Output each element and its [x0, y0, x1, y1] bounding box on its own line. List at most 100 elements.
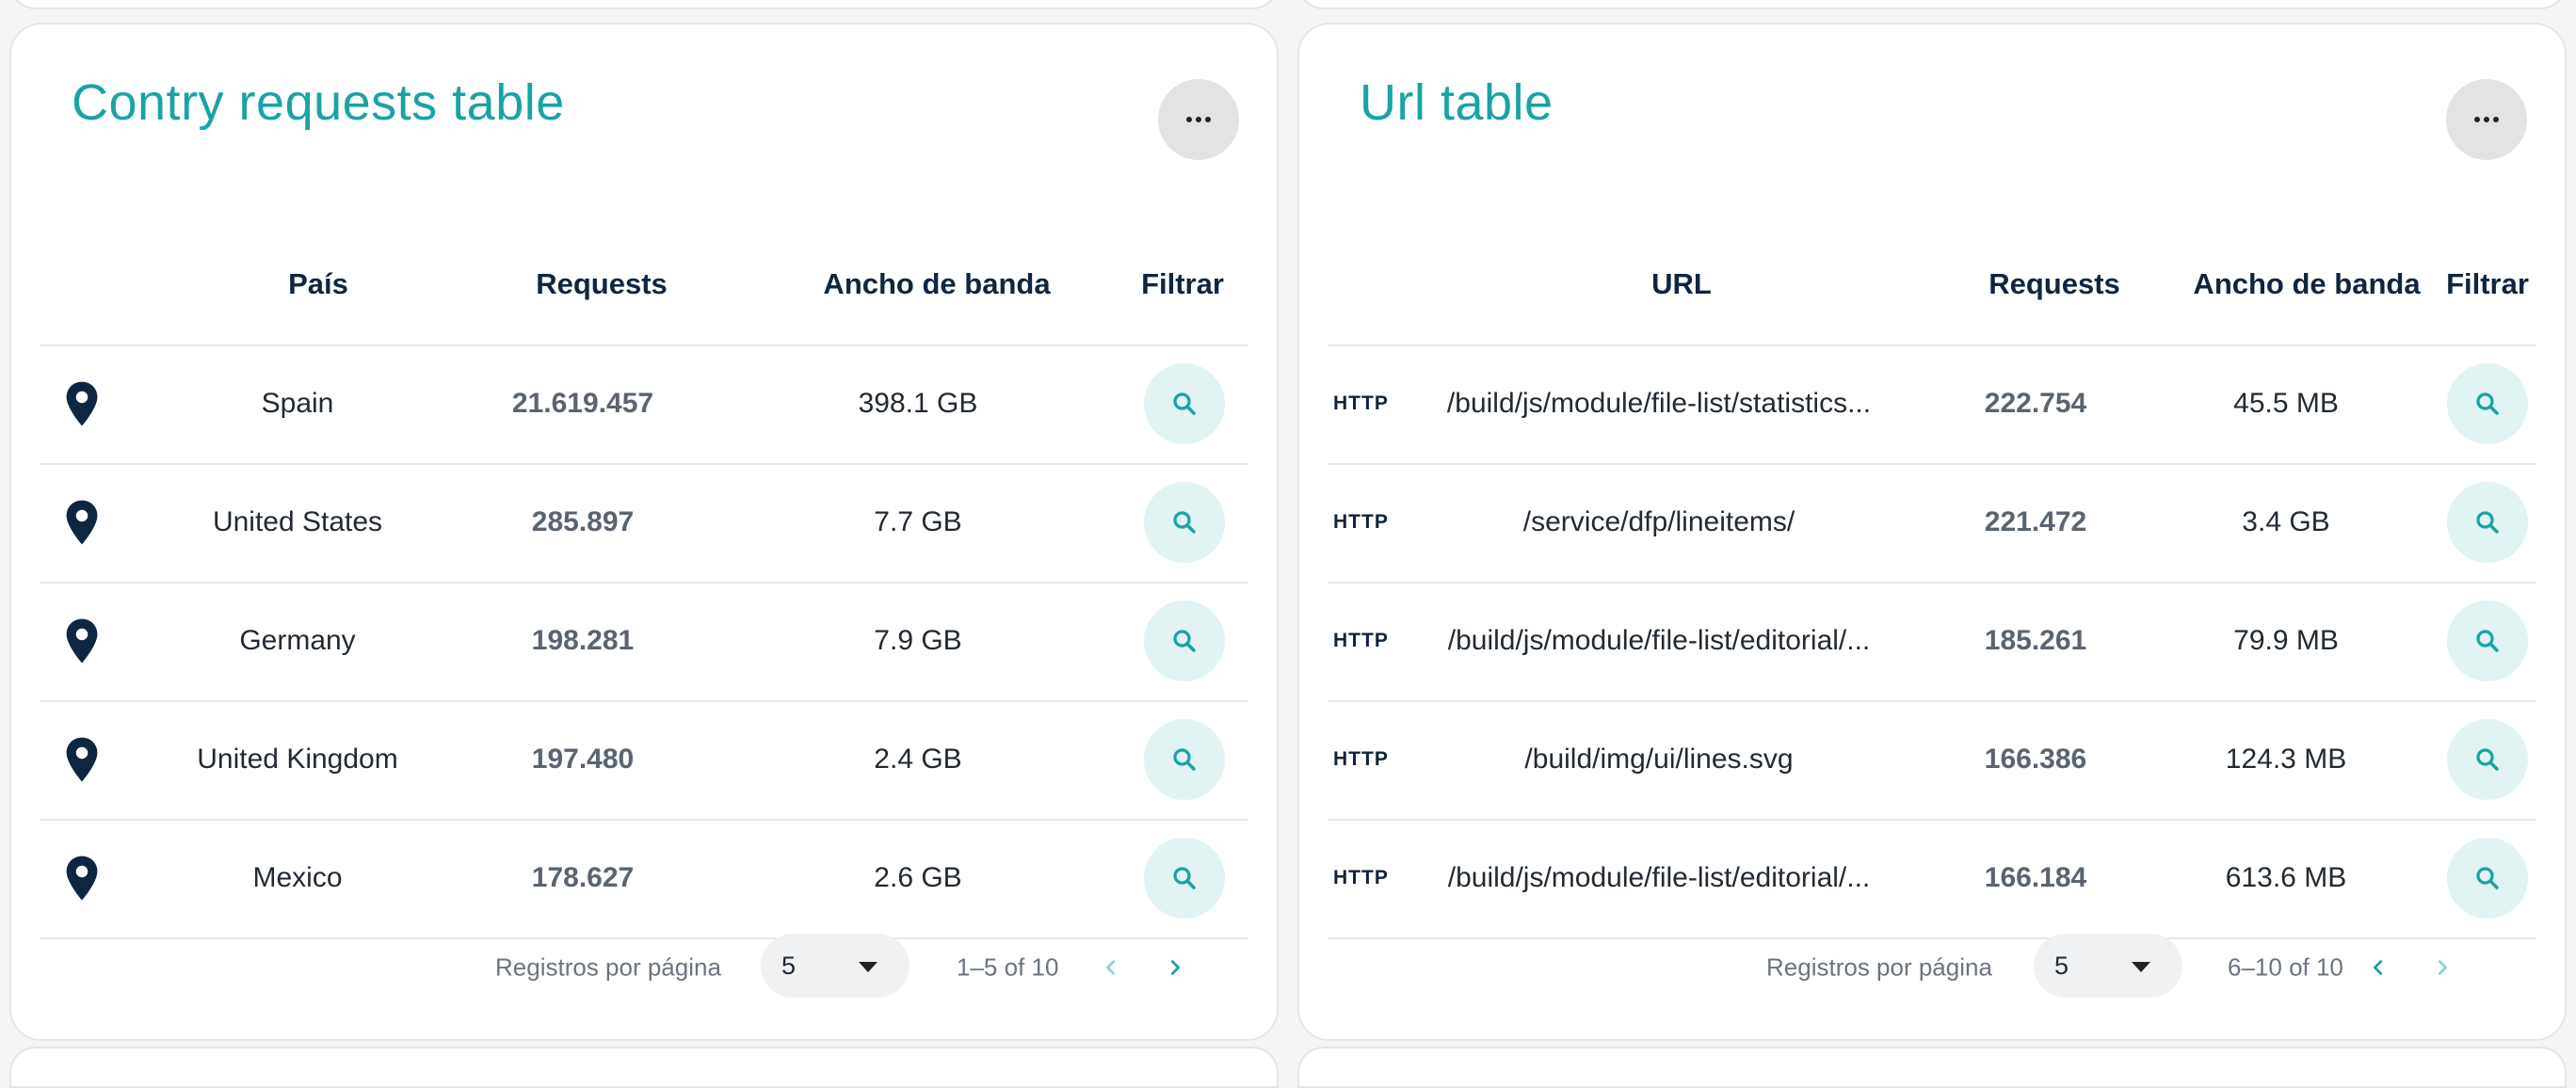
location-pin-icon — [66, 618, 98, 664]
http-protocol-badge: HTTP — [1333, 392, 1389, 414]
filter-search-button[interactable] — [2447, 482, 2528, 563]
search-icon — [1173, 392, 1196, 415]
bandwidth-value: 79.9 MB — [2233, 625, 2339, 656]
http-protocol-badge: HTTP — [1333, 630, 1389, 651]
requests-count: 185.261 — [1984, 625, 2087, 656]
requests-count: 285.897 — [531, 506, 635, 537]
card-below-left-edge — [9, 1047, 1279, 1088]
requests-count: 221.472 — [1984, 506, 2087, 537]
column-header-filter: Filtrar — [1141, 267, 1224, 300]
column-header-country: País — [288, 267, 348, 300]
table-header: País Requests Ancho de banda Filtrar — [40, 241, 1248, 346]
country-name: United Kingdom — [197, 744, 398, 775]
location-pin-icon — [66, 856, 98, 901]
previous-page-button[interactable] — [1094, 951, 1128, 984]
url-path: /build/js/module/file-list/editorial/... — [1447, 625, 1871, 656]
more-options-button[interactable] — [1158, 79, 1239, 160]
caret-down-icon — [859, 962, 877, 972]
next-page-button[interactable] — [1158, 951, 1192, 984]
requests-count: 178.627 — [531, 862, 635, 893]
rows-per-page-select[interactable]: 5 — [2034, 934, 2182, 998]
search-icon — [2476, 748, 2499, 771]
requests-count: 166.184 — [1984, 862, 2087, 893]
next-page-button[interactable] — [2425, 951, 2459, 984]
chevron-right-icon — [2438, 960, 2448, 975]
bandwidth-value: 45.5 MB — [2233, 388, 2339, 419]
bandwidth-value: 124.3 MB — [2225, 744, 2347, 775]
filter-search-button[interactable] — [2447, 838, 2528, 919]
column-header-filter: Filtrar — [2446, 267, 2529, 300]
filter-search-button[interactable] — [1144, 363, 1225, 444]
filter-search-button[interactable] — [2447, 719, 2528, 800]
requests-count: 222.754 — [1984, 388, 2087, 419]
url-path: /build/js/module/file-list/editorial/... — [1447, 862, 1871, 893]
chevron-left-icon — [1105, 960, 1116, 975]
column-header-requests: Requests — [536, 267, 668, 300]
search-icon — [2476, 630, 2499, 652]
requests-count: 197.480 — [531, 744, 635, 775]
bandwidth-value: 398.1 GB — [858, 388, 978, 419]
country-requests-card: Contry requests table País Requests Anch… — [9, 23, 1279, 1041]
page-range-label: 1–5 of 10 — [957, 952, 1059, 982]
table-header: URL Requests Ancho de banda Filtrar — [1328, 241, 2536, 346]
requests-count: 21.619.457 — [511, 388, 654, 419]
more-horizontal-icon — [2474, 117, 2499, 122]
table-row: HTTP/build/js/module/file-list/editorial… — [1328, 582, 2536, 702]
search-icon — [2476, 392, 2499, 415]
previous-page-button[interactable] — [2361, 951, 2395, 984]
card-title: Contry requests table — [72, 74, 565, 131]
table-row: HTTP/build/js/module/file-list/editorial… — [1328, 819, 2536, 939]
url-table-card: Url table URL Requests Ancho de banda Fi… — [1297, 23, 2567, 1041]
http-protocol-badge: HTTP — [1333, 748, 1389, 770]
caret-down-icon — [2132, 962, 2150, 972]
rows-per-page-value: 5 — [2054, 951, 2069, 980]
search-icon — [2476, 867, 2499, 889]
http-protocol-badge: HTTP — [1333, 867, 1389, 888]
table-row: United States 285.897 7.7 GB — [40, 463, 1248, 584]
column-header-bandwidth: Ancho de banda — [2193, 267, 2421, 300]
filter-search-button[interactable] — [2447, 363, 2528, 444]
filter-search-button[interactable] — [2447, 600, 2528, 681]
country-name: Germany — [239, 625, 356, 656]
bandwidth-value: 613.6 MB — [2225, 862, 2347, 893]
page-range-label: 6–10 of 10 — [2228, 952, 2343, 982]
table-row: HTTP/build/js/module/file-list/statistic… — [1328, 344, 2536, 465]
rows-per-page-select[interactable]: 5 — [761, 934, 910, 998]
card-above-right-edge — [1297, 0, 2567, 9]
column-header-requests: Requests — [1988, 267, 2120, 300]
column-header-url: URL — [1651, 267, 1712, 300]
location-pin-icon — [66, 381, 98, 426]
filter-search-button[interactable] — [1144, 719, 1225, 800]
search-icon — [1173, 630, 1196, 652]
more-options-button[interactable] — [2446, 79, 2527, 160]
search-icon — [2476, 511, 2499, 534]
url-path: /build/img/ui/lines.svg — [1524, 744, 1794, 775]
filter-search-button[interactable] — [1144, 600, 1225, 681]
search-icon — [1173, 511, 1196, 534]
card-below-right-edge — [1297, 1047, 2567, 1088]
table-row: Germany 198.281 7.9 GB — [40, 582, 1248, 702]
url-path: /service/dfp/lineitems/ — [1522, 506, 1795, 537]
table-row: Mexico 178.627 2.6 GB — [40, 819, 1248, 939]
bandwidth-value: 7.7 GB — [874, 506, 962, 537]
rows-per-page-value: 5 — [781, 951, 797, 980]
location-pin-icon — [66, 737, 98, 782]
requests-count: 166.386 — [1984, 744, 2087, 775]
filter-search-button[interactable] — [1144, 838, 1225, 919]
country-name: United States — [212, 506, 383, 537]
filter-search-button[interactable] — [1144, 482, 1225, 563]
chevron-right-icon — [1170, 960, 1181, 975]
rows-per-page-label: Registros por página — [1766, 952, 1992, 982]
requests-count: 198.281 — [531, 625, 635, 656]
table-row: Spain 21.619.457 398.1 GB — [40, 344, 1248, 465]
http-protocol-badge: HTTP — [1333, 511, 1389, 533]
bandwidth-value: 2.4 GB — [874, 744, 962, 775]
table-row: United Kingdom 197.480 2.4 GB — [40, 700, 1248, 821]
country-name: Mexico — [252, 862, 343, 893]
card-above-left-edge — [9, 0, 1279, 9]
table-row: HTTP/build/img/ui/lines.svg 166.386 124.3 … — [1328, 700, 2536, 821]
url-path: /build/js/module/file-list/statistics... — [1446, 388, 1872, 419]
search-icon — [1173, 748, 1196, 771]
pagination-bar: Registros por página 5 1–5 of 10 — [11, 934, 1277, 1001]
bandwidth-value: 2.6 GB — [874, 862, 962, 893]
